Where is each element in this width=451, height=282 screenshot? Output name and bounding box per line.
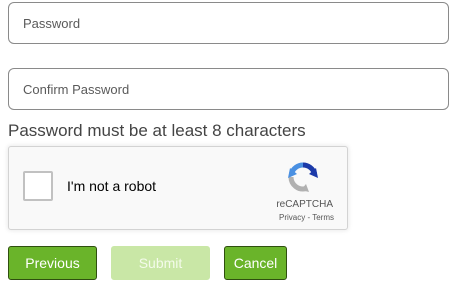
privacy-link[interactable]: Privacy — [279, 213, 305, 222]
recaptcha-brand: reCAPTCHA — [276, 199, 333, 210]
submit-button[interactable]: Submit — [111, 246, 210, 280]
cancel-button[interactable]: Cancel — [224, 246, 287, 280]
password-input[interactable] — [8, 2, 449, 44]
previous-button[interactable]: Previous — [8, 246, 97, 280]
password-hint: Password must be at least 8 characters — [8, 121, 306, 140]
captcha-label: I'm not a robot — [67, 178, 157, 194]
recaptcha-links: Privacy - Terms — [279, 213, 334, 222]
recaptcha-logo-icon — [288, 162, 318, 192]
recaptcha-widget: I'm not a robot reCAPTCHA Privacy - Term… — [8, 146, 348, 230]
terms-link[interactable]: Terms — [312, 213, 334, 222]
confirm-password-input[interactable] — [8, 68, 449, 110]
captcha-checkbox[interactable] — [23, 171, 53, 201]
